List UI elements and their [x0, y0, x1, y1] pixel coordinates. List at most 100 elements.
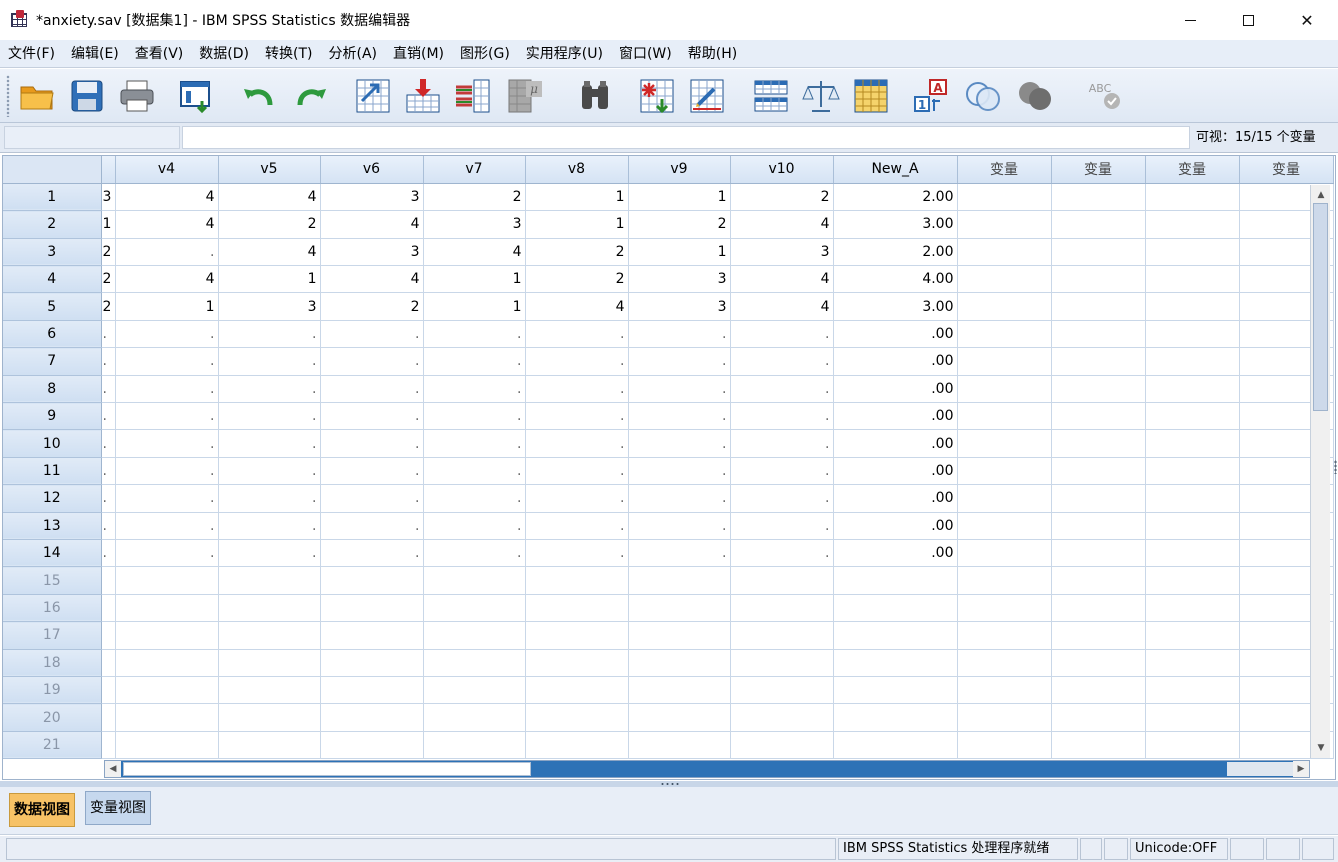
data-cell[interactable]: [1051, 320, 1146, 349]
row-header[interactable]: 11: [3, 457, 102, 486]
data-cell[interactable]: [525, 649, 629, 677]
select-cases-icon[interactable]: [852, 77, 890, 115]
data-cell[interactable]: [957, 210, 1052, 239]
data-cell[interactable]: 4: [730, 292, 834, 321]
data-cell[interactable]: [730, 566, 834, 595]
data-cell[interactable]: [525, 731, 629, 760]
variables-icon[interactable]: [454, 77, 492, 115]
menu-window[interactable]: 窗口(W): [611, 40, 680, 68]
menu-help[interactable]: 帮助(H): [680, 40, 745, 68]
data-cell[interactable]: [628, 566, 731, 595]
redo-icon[interactable]: [292, 77, 330, 115]
data-cell[interactable]: [423, 594, 526, 623]
data-cell[interactable]: [423, 566, 526, 595]
row-header[interactable]: 19: [3, 676, 102, 705]
data-cell[interactable]: [1145, 731, 1240, 760]
data-cell-partial[interactable]: [101, 594, 116, 623]
data-cell[interactable]: [957, 347, 1052, 376]
data-cell[interactable]: [628, 676, 731, 705]
data-cell[interactable]: [957, 649, 1052, 677]
data-cell[interactable]: [115, 649, 219, 677]
column-header-v10[interactable]: v10: [730, 156, 834, 184]
data-cell[interactable]: [1145, 402, 1240, 431]
data-cell[interactable]: 4: [115, 265, 219, 294]
data-cell[interactable]: [833, 621, 958, 650]
data-cell[interactable]: [1145, 594, 1240, 623]
spell-check-icon[interactable]: ABC: [1084, 77, 1122, 115]
data-cell[interactable]: .: [730, 320, 834, 349]
data-cell[interactable]: .: [730, 457, 834, 486]
data-cell[interactable]: [1145, 375, 1240, 404]
data-cell[interactable]: [833, 676, 958, 705]
scroll-left-arrow-icon[interactable]: ◀: [105, 761, 121, 777]
data-cell[interactable]: [957, 375, 1052, 404]
data-cell[interactable]: 1: [628, 183, 731, 212]
data-cell[interactable]: [525, 621, 629, 650]
data-cell[interactable]: .: [628, 512, 731, 540]
data-cell[interactable]: .: [730, 429, 834, 458]
data-cell[interactable]: [1051, 539, 1146, 568]
data-cell[interactable]: 2: [525, 265, 629, 294]
data-cell[interactable]: .: [525, 512, 629, 540]
data-cell[interactable]: [320, 566, 424, 595]
data-cell[interactable]: [957, 731, 1052, 760]
data-cell[interactable]: .: [320, 320, 424, 349]
data-cell[interactable]: .: [320, 457, 424, 486]
data-cell[interactable]: [525, 676, 629, 705]
data-cell[interactable]: .: [218, 347, 321, 376]
find-icon[interactable]: [576, 77, 614, 115]
data-cell[interactable]: [957, 292, 1052, 321]
data-cell[interactable]: [1051, 731, 1146, 760]
data-cell[interactable]: [1145, 676, 1240, 705]
data-cell[interactable]: [218, 594, 321, 623]
data-cell[interactable]: 4: [423, 238, 526, 267]
save-icon[interactable]: [68, 77, 106, 115]
data-cell[interactable]: .: [628, 402, 731, 431]
data-cell[interactable]: [1051, 265, 1146, 294]
data-cell[interactable]: [218, 621, 321, 650]
data-cell[interactable]: [1051, 210, 1146, 239]
data-cell[interactable]: [1051, 512, 1146, 540]
menu-file[interactable]: 文件(F): [0, 40, 63, 68]
scroll-up-arrow-icon[interactable]: ▲: [1313, 187, 1329, 203]
data-cell[interactable]: .: [218, 539, 321, 568]
data-cell[interactable]: .: [628, 320, 731, 349]
data-cell[interactable]: 4: [218, 238, 321, 267]
data-cell[interactable]: .: [628, 484, 731, 513]
show-all-variables-icon[interactable]: [1016, 77, 1054, 115]
row-header[interactable]: 12: [3, 484, 102, 513]
column-header-v5[interactable]: v5: [218, 156, 321, 184]
data-cell[interactable]: [628, 621, 731, 650]
column-header-v9[interactable]: v9: [628, 156, 731, 184]
data-cell-partial[interactable]: [101, 676, 116, 705]
data-cell[interactable]: [218, 731, 321, 760]
data-cell[interactable]: .00: [833, 375, 958, 404]
data-cell[interactable]: [957, 621, 1052, 650]
data-cell[interactable]: [218, 703, 321, 732]
tab-data-view[interactable]: 数据视图: [9, 793, 75, 827]
data-cell[interactable]: [730, 621, 834, 650]
data-cell[interactable]: [957, 512, 1052, 540]
data-cell[interactable]: [218, 566, 321, 595]
data-cell-partial[interactable]: 1: [101, 210, 116, 239]
data-cell[interactable]: .: [628, 375, 731, 404]
data-cell[interactable]: 4: [320, 265, 424, 294]
data-cell-partial[interactable]: .: [101, 539, 116, 568]
data-cell[interactable]: 4: [730, 210, 834, 239]
data-cell[interactable]: [525, 594, 629, 623]
data-cell[interactable]: [957, 457, 1052, 486]
data-cell[interactable]: .: [320, 539, 424, 568]
tab-variable-view[interactable]: 变量视图: [85, 791, 151, 825]
data-cell[interactable]: [1051, 375, 1146, 404]
close-button[interactable]: ✕: [1278, 0, 1336, 40]
column-header-v8[interactable]: v8: [525, 156, 629, 184]
data-cell[interactable]: [730, 649, 834, 677]
data-cell[interactable]: [1051, 621, 1146, 650]
data-cell[interactable]: .: [730, 402, 834, 431]
data-cell[interactable]: [423, 649, 526, 677]
data-cell[interactable]: .: [730, 375, 834, 404]
row-header[interactable]: 1: [3, 183, 102, 212]
row-header[interactable]: 8: [3, 375, 102, 404]
panel-resize-grip[interactable]: [1334, 460, 1337, 474]
data-cell[interactable]: 4: [115, 183, 219, 212]
